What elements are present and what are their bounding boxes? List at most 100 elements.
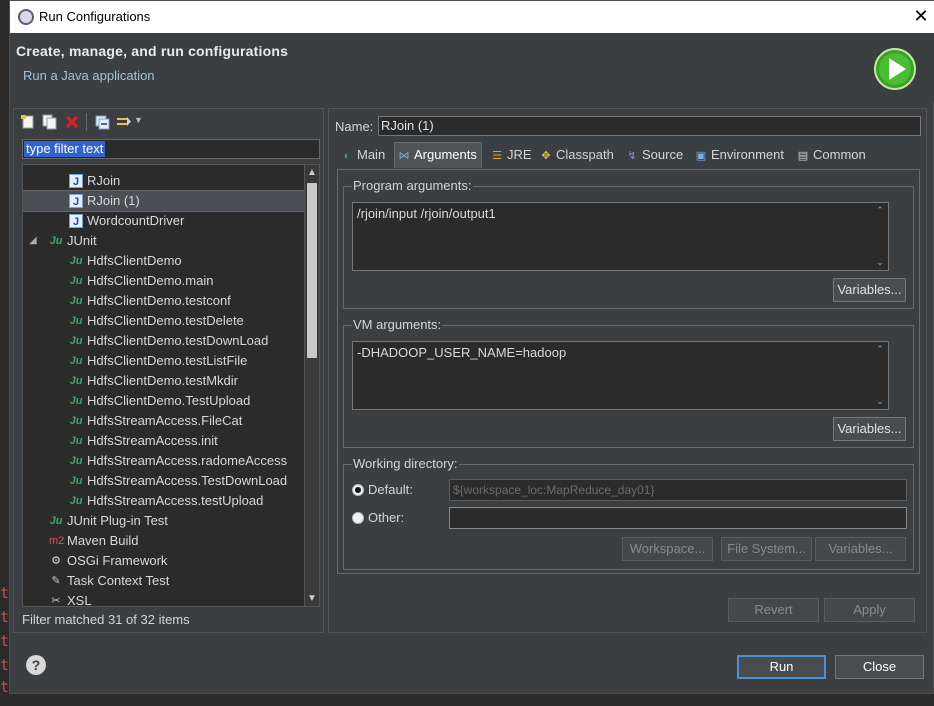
jre-tab-icon: ☰ [492, 150, 502, 162]
tab-main[interactable]: ◐ Main [340, 143, 386, 167]
environment-tab-icon: ▣ [695, 150, 707, 162]
tree-item-label: HdfsStreamAccess.FileCat [87, 413, 243, 428]
vm-arguments-label: VM arguments: [352, 317, 443, 332]
delete-configuration-icon[interactable] [64, 114, 80, 130]
tree-scrollbar[interactable]: ▲ ▼ [304, 165, 319, 606]
duplicate-configuration-icon[interactable] [42, 114, 58, 130]
tree-item[interactable]: Ju HdfsClientDemo.testconf [23, 291, 306, 311]
tree-item-label: HdfsClientDemo.testDownLoad [87, 333, 269, 348]
main-tab-icon: ◐ [343, 150, 351, 162]
other-directory-field[interactable] [449, 507, 907, 529]
tree-item[interactable]: Ju HdfsStreamAccess.init [23, 431, 306, 451]
collapse-all-icon[interactable] [94, 114, 110, 130]
close-button[interactable]: Close [835, 655, 924, 679]
junit-icon: Ju [69, 355, 83, 367]
run-button[interactable]: Run [737, 655, 826, 679]
tree-item[interactable]: Ju HdfsStreamAccess.testUpload [23, 491, 306, 511]
junit-icon: Ju [69, 495, 83, 507]
filter-placeholder: type filter text [24, 141, 106, 157]
program-arguments-group: Program arguments: /rjoin/input /rjoin/o… [343, 179, 914, 309]
tree-item[interactable]: m2 Maven Build [23, 531, 306, 551]
java-app-icon: J [69, 174, 83, 188]
tab-environment[interactable]: ▣ Environment [694, 143, 784, 167]
tree-item-label: HdfsClientDemo.testDelete [87, 313, 244, 328]
tree-item[interactable]: J WordcountDriver [23, 211, 306, 231]
filter-configurations-icon[interactable] [116, 114, 132, 130]
arguments-tab-content: Program arguments: /rjoin/input /rjoin/o… [337, 169, 920, 574]
tab-classpath[interactable]: ✥ Classpath [539, 143, 613, 167]
window-title: Run Configurations [39, 9, 151, 24]
tree-item[interactable]: Ju HdfsClientDemo.testListFile [23, 351, 306, 371]
help-icon[interactable]: ? [26, 655, 46, 675]
junit-icon: Ju [69, 255, 83, 267]
vm-variables-button[interactable]: Variables... [833, 417, 906, 441]
junit-icon: Ju [69, 475, 83, 487]
working-dir-variables-button[interactable]: Variables... [815, 537, 906, 561]
tree-item-label: HdfsClientDemo [87, 253, 182, 268]
junit-icon: Ju [69, 315, 83, 327]
program-arguments-scrollbar[interactable]: ⌃ ⌄ [872, 203, 888, 270]
apply-button[interactable]: Apply [824, 598, 915, 622]
tab-common[interactable]: ▤ Common [796, 143, 866, 167]
scroll-down-icon[interactable]: ▼ [305, 591, 319, 606]
tree-item[interactable]: Ju HdfsStreamAccess.FileCat [23, 411, 306, 431]
tree-item[interactable]: Ju HdfsClientDemo [23, 251, 306, 271]
tree-item[interactable]: ⚙ OSGi Framework [23, 551, 306, 571]
tree-item[interactable]: Ju HdfsStreamAccess.TestDownLoad [23, 471, 306, 491]
tree-item-label: HdfsStreamAccess.testUpload [87, 493, 264, 508]
tab-arguments[interactable]: ⋈ Arguments [394, 142, 482, 168]
tree-item[interactable]: ◢ Ju JUnit [23, 231, 306, 251]
junit-icon: Ju [49, 235, 63, 247]
tree-item[interactable]: ✂ XSL [23, 591, 306, 607]
revert-button[interactable]: Revert [728, 598, 819, 622]
tree-item[interactable]: J RJoin (1) [23, 190, 307, 212]
run-configurations-dialog: Run Configurations ✕ Create, manage, and… [9, 0, 934, 694]
tree-item[interactable]: Ju HdfsClientDemo.testMkdir [23, 371, 306, 391]
working-directory-group: Working directory: Default: ${workspace_… [343, 457, 914, 570]
tree-item[interactable]: Ju HdfsClientDemo.testDownLoad [23, 331, 306, 351]
file-system-button[interactable]: File System... [721, 537, 812, 561]
window-close-icon[interactable]: ✕ [911, 6, 931, 26]
workspace-button[interactable]: Workspace... [622, 537, 713, 561]
other-radio[interactable] [352, 512, 364, 524]
vm-arguments-scrollbar[interactable]: ⌃ ⌄ [872, 342, 888, 409]
junit-icon: Ju [69, 455, 83, 467]
tab-jre[interactable]: ☰ JRE [490, 143, 532, 167]
tree-item[interactable]: Ju HdfsStreamAccess.radomeAccess [23, 451, 306, 471]
junit-icon: Ju [69, 275, 83, 287]
tree-item[interactable]: Ju HdfsClientDemo.TestUpload [23, 391, 306, 411]
expand-arrow-icon[interactable]: ◢ [29, 231, 41, 251]
tab-source[interactable]: ↯ Source [625, 143, 683, 167]
tree-item[interactable]: Ju HdfsClientDemo.testDelete [23, 311, 306, 331]
tree-item[interactable]: J RJoin [23, 171, 306, 191]
classpath-tab-icon: ✥ [541, 150, 551, 162]
junit-icon: Ju [69, 335, 83, 347]
new-configuration-icon[interactable] [20, 114, 36, 130]
tree-item-label: XSL [67, 593, 92, 607]
tree-item[interactable]: Ju JUnit Plug-in Test [23, 511, 306, 531]
name-field[interactable]: RJoin (1) [378, 116, 921, 136]
filter-menu-chevron-down-icon[interactable]: ▼ [134, 115, 143, 125]
tree-item-label: WordcountDriver [87, 213, 185, 228]
default-radio[interactable] [352, 484, 364, 496]
program-variables-button[interactable]: Variables... [833, 278, 906, 302]
eclipse-icon [18, 9, 34, 25]
scroll-thumb[interactable] [307, 183, 317, 358]
source-tab-icon: ↯ [627, 150, 637, 162]
maven-icon: m2 [49, 535, 65, 547]
junit-plugin-icon: Ju [49, 515, 63, 527]
vm-arguments-input[interactable]: -DHADOOP_USER_NAME=hadoop ⌃ ⌄ [352, 341, 889, 410]
filter-input[interactable]: type filter text [22, 139, 320, 159]
tree-item[interactable]: Ju HdfsClientDemo.main [23, 271, 306, 291]
program-arguments-input[interactable]: /rjoin/input /rjoin/output1 ⌃ ⌄ [352, 202, 889, 271]
junit-icon: Ju [69, 435, 83, 447]
name-label: Name: [335, 119, 374, 134]
title-bar: Run Configurations ✕ [10, 1, 934, 33]
tree-item-label: HdfsClientDemo.testListFile [87, 353, 248, 368]
scroll-up-icon[interactable]: ▲ [305, 165, 319, 180]
tree-item[interactable]: ✎ Task Context Test [23, 571, 306, 591]
arguments-tab-icon: ⋈ [398, 150, 410, 162]
tree-item-label: HdfsStreamAccess.radomeAccess [87, 453, 288, 468]
tree-item-label: HdfsClientDemo.testconf [87, 293, 231, 308]
tree-item-label: JUnit Plug-in Test [67, 513, 168, 528]
